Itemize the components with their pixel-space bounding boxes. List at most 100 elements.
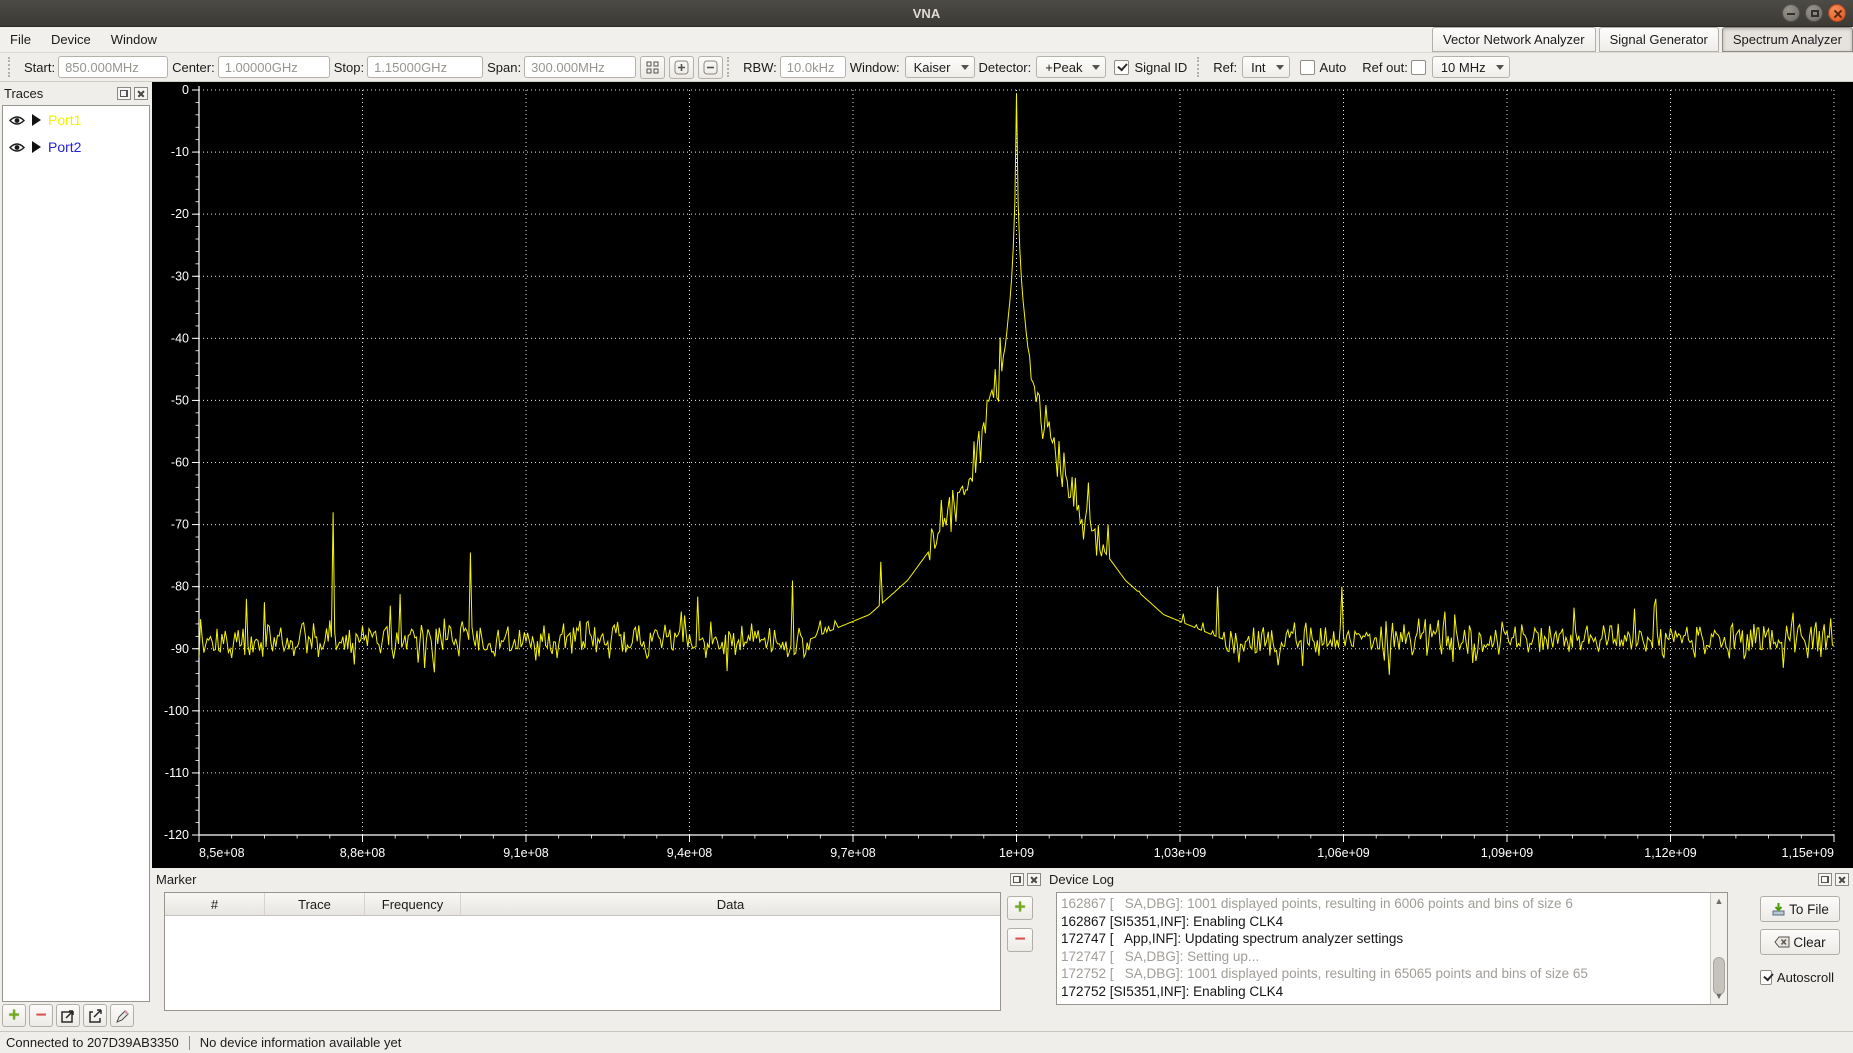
signal-id-checkbox[interactable]	[1114, 59, 1130, 75]
remove-trace-button[interactable]: −	[29, 1004, 53, 1027]
tab-signal-generator[interactable]: Signal Generator	[1598, 27, 1719, 52]
detector-label: Detector:	[978, 59, 1032, 75]
menubar: File Device Window Vector Network Analyz…	[0, 27, 1853, 52]
expand-caret-icon[interactable]	[32, 141, 41, 153]
traces-list: Port1 Port2	[2, 105, 150, 1002]
trace-item-port1[interactable]: Port1	[3, 106, 149, 133]
to-file-label: To File	[1789, 901, 1829, 917]
menu-file[interactable]: File	[0, 28, 41, 51]
rbw-label: RBW:	[743, 59, 777, 75]
window-combo-value: Kaiser	[913, 59, 951, 75]
center-input[interactable]	[217, 56, 330, 78]
vna-app-window: VNA File Device Window Vector Network An…	[0, 0, 1853, 1053]
window-title: VNA	[912, 5, 941, 21]
column-header-trace[interactable]: Trace	[265, 893, 365, 915]
y-tick-label: -60	[171, 456, 189, 470]
window-titlebar[interactable]: VNA	[0, 0, 1853, 27]
tab-vector-network-analyzer[interactable]: Vector Network Analyzer	[1431, 27, 1596, 52]
menu-device[interactable]: Device	[41, 28, 101, 51]
plus-icon: +	[1014, 897, 1026, 918]
scroll-up-icon[interactable]: ▲	[1713, 895, 1725, 907]
float-panel-icon[interactable]	[117, 86, 131, 100]
y-tick-label: -40	[171, 331, 189, 345]
ref-auto-checkbox[interactable]	[1299, 59, 1315, 75]
ref-combo-value: Int	[1251, 59, 1266, 75]
y-tick-label: 0	[182, 83, 189, 97]
to-file-button[interactable]: To File	[1760, 896, 1840, 922]
column-header-number[interactable]: #	[165, 893, 265, 915]
chevron-down-icon	[960, 64, 969, 70]
tile-grid-icon-button[interactable]	[640, 55, 666, 79]
column-header-data[interactable]: Data	[461, 893, 1000, 915]
x-tick-label: 1,12e+09	[1644, 846, 1697, 860]
stop-input[interactable]	[367, 56, 484, 78]
scroll-down-icon[interactable]: ▼	[1713, 990, 1725, 1002]
edit-trace-button[interactable]	[110, 1004, 134, 1027]
x-tick-label: 1,15e+09	[1782, 846, 1835, 860]
toolbar-drag-handle[interactable]	[727, 57, 733, 77]
traces-panel-titlebar[interactable]: Traces	[0, 82, 152, 104]
spectrum-plot-canvas[interactable]: 8,5e+08 8,8e+08 9,1e+08 9,4e+08 9,7e+08 1e+09…	[152, 82, 1853, 868]
remove-marker-button[interactable]: −	[1007, 928, 1033, 952]
maximize-button[interactable]	[1805, 4, 1823, 22]
x-tick-label: 8,5e+08	[199, 846, 245, 860]
minus-icon: −	[1014, 929, 1026, 950]
span-input[interactable]	[524, 56, 637, 78]
spectrum-plot[interactable]: 8,5e+08 8,8e+08 9,1e+08 9,4e+08 9,7e+08 1e+09…	[152, 82, 1853, 868]
expand-caret-icon[interactable]	[32, 114, 41, 126]
close-panel-icon[interactable]	[134, 86, 148, 100]
statusbar: Connected to 207D39AB3350 No device info…	[0, 1031, 1853, 1053]
float-panel-icon[interactable]	[1010, 872, 1024, 886]
device-log-box: 162867 [ SA,DBG]: 1001 displayed points,…	[1056, 892, 1728, 1005]
clear-backspace-icon	[1774, 936, 1790, 948]
device-log-list: 162867 [ SA,DBG]: 1001 displayed points,…	[1061, 895, 1707, 1002]
center-label: Center:	[172, 59, 215, 75]
add-marker-button[interactable]: +	[1007, 896, 1033, 920]
y-tick-label: -30	[171, 269, 189, 283]
zoom-out-button[interactable]	[698, 55, 724, 79]
detector-combo[interactable]: +Peak	[1036, 56, 1107, 78]
close-panel-icon[interactable]	[1835, 872, 1849, 886]
y-tick-label: -100	[164, 704, 189, 718]
export-trace-button[interactable]	[83, 1004, 107, 1027]
plus-icon: +	[8, 1004, 20, 1026]
device-log-titlebar[interactable]: Device Log	[1045, 868, 1853, 890]
edit-pencil-icon	[116, 1009, 129, 1023]
menu-window[interactable]: Window	[101, 28, 167, 51]
stop-label: Stop:	[333, 59, 365, 75]
window-combo[interactable]: Kaiser	[904, 56, 975, 78]
clear-log-button[interactable]: Clear	[1760, 929, 1840, 955]
toolbar-drag-handle[interactable]	[1197, 57, 1203, 77]
device-info-status: No device information available yet	[199, 1035, 402, 1050]
device-log-scrollbar[interactable]: ▲ ▼	[1710, 893, 1727, 1004]
add-trace-button[interactable]: +	[2, 1004, 26, 1027]
column-header-frequency[interactable]: Frequency	[365, 893, 461, 915]
rbw-input[interactable]	[779, 56, 846, 78]
ref-combo[interactable]: Int	[1242, 56, 1290, 78]
marker-panel-titlebar[interactable]: Marker	[152, 868, 1045, 890]
start-input[interactable]	[58, 56, 169, 78]
refout-checkbox[interactable]	[1410, 59, 1426, 75]
popout-trace-button[interactable]	[56, 1004, 80, 1027]
main-area: Traces Port1 Port2 + − 8,5e+08 8,8e+08 9…	[0, 82, 1853, 1031]
log-entry: 162867 [ SA,DBG]: 1001 displayed points,…	[1061, 896, 1573, 911]
zoom-in-button[interactable]	[669, 55, 695, 79]
span-label: Span:	[487, 59, 522, 75]
float-panel-icon[interactable]	[1818, 872, 1832, 886]
autoscroll-label: Autoscroll	[1776, 970, 1834, 985]
x-tick-label: 9,7e+08	[830, 846, 876, 860]
minimize-button[interactable]	[1782, 4, 1800, 22]
tab-spectrum-analyzer[interactable]: Spectrum Analyzer	[1721, 27, 1853, 52]
visibility-eye-icon[interactable]	[9, 115, 25, 126]
log-entry: 172752 [ SA,DBG]: 1001 displayed points,…	[1061, 966, 1588, 981]
visibility-eye-icon[interactable]	[9, 142, 25, 153]
close-button[interactable]	[1828, 4, 1846, 22]
detector-combo-value: +Peak	[1045, 59, 1083, 75]
close-panel-icon[interactable]	[1027, 872, 1041, 886]
refout-freq-combo[interactable]: 10 MHz	[1431, 56, 1510, 78]
autoscroll-checkbox[interactable]	[1760, 970, 1772, 985]
popout-icon	[61, 1009, 74, 1023]
trace-item-port2[interactable]: Port2	[3, 133, 149, 160]
toolbar-drag-handle[interactable]	[8, 57, 14, 77]
chevron-down-icon	[1092, 64, 1101, 70]
